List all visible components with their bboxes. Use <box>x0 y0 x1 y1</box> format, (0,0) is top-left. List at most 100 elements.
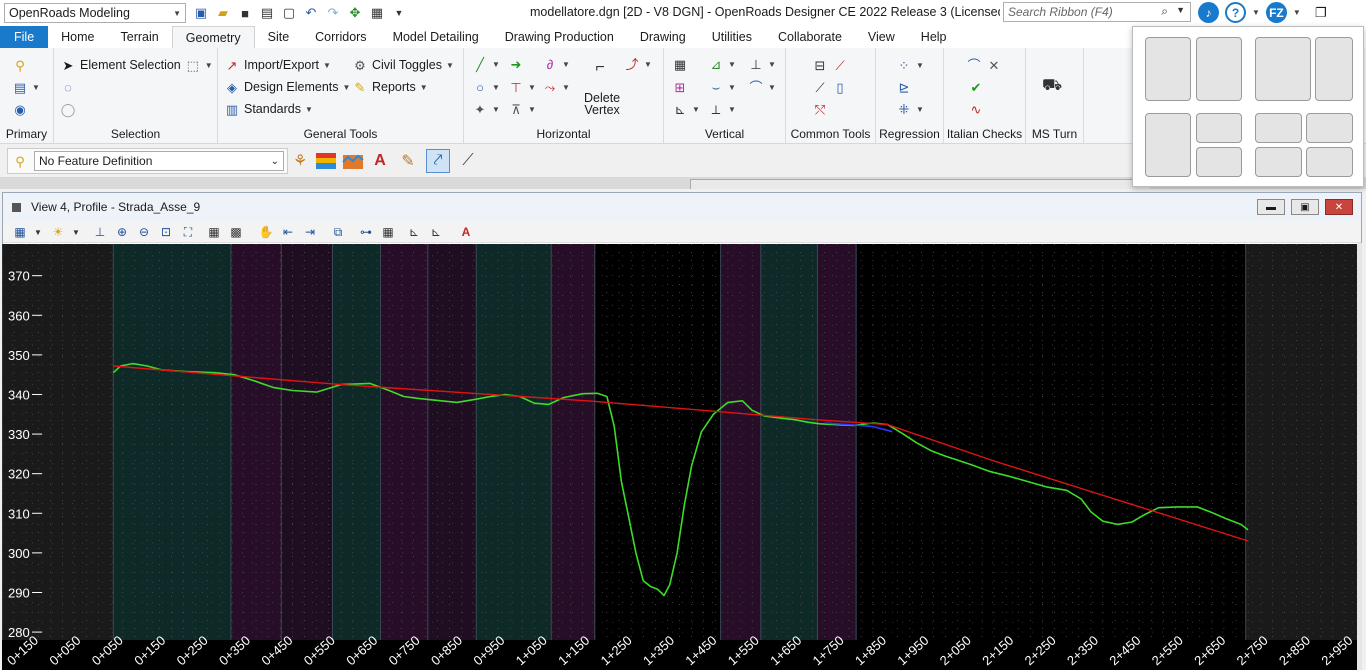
insert-vertex-icon[interactable]: ⤴ ▼ <box>624 56 651 72</box>
snap-layout-cell[interactable] <box>1255 37 1311 101</box>
tab-view[interactable]: View <box>855 26 908 48</box>
check-curve-icon[interactable]: ⌒ ✕ <box>966 57 1002 73</box>
workflow-dropdown[interactable]: OpenRoads Modeling ▼ <box>4 3 186 23</box>
previous-view-icon[interactable]: ⇤ <box>279 224 297 240</box>
restore-window-icon[interactable]: ❐ <box>1315 5 1327 21</box>
snap-layout-cell[interactable] <box>1196 147 1242 177</box>
update-view-icon[interactable]: ⊥ <box>91 224 109 240</box>
tab-file[interactable]: File <box>0 26 49 48</box>
save-icon[interactable]: ■ <box>236 4 254 22</box>
snap-layout-cell[interactable] <box>1145 113 1191 177</box>
profile-parabola-icon[interactable]: ⌒ ▼ <box>748 79 775 95</box>
view-icon[interactable]: ▣ <box>192 4 210 22</box>
text-annotation-icon[interactable]: A <box>368 149 392 173</box>
line-tool-icon[interactable]: ╱ ▼ <box>472 56 500 72</box>
regression-edit-icon[interactable]: ⁜ ▼ <box>896 101 924 117</box>
element-tool-icon[interactable]: ⊼ ▼ <box>508 101 536 117</box>
profile-edit-icon[interactable]: ⊞ <box>672 79 688 95</box>
element-selection-button[interactable]: ➤ Element Selection ⬚ ▼ <box>60 57 213 73</box>
tab-terrain[interactable]: Terrain <box>108 26 172 48</box>
tab-site[interactable]: Site <box>255 26 303 48</box>
profile-tools-icon[interactable]: ⟂ ▼ <box>708 101 736 117</box>
notification-bell-icon[interactable]: ♪ <box>1198 2 1219 23</box>
check-mark-icon[interactable]: ✔ <box>968 79 984 95</box>
user-dropdown-icon[interactable]: ▼ <box>1293 8 1301 17</box>
view-close-button[interactable]: ✕ <box>1325 199 1353 215</box>
table-icon[interactable]: ▦ <box>379 224 397 240</box>
window-area-icon[interactable]: ⊡ <box>157 224 175 240</box>
terrain-layers-icon[interactable] <box>314 149 338 173</box>
delete-vertex-icon[interactable]: ⌐ <box>592 60 608 76</box>
regression-points-icon[interactable]: ⁘ ▼ <box>896 57 924 73</box>
arc-tool-icon[interactable]: ➜ <box>508 56 524 72</box>
check-graph-icon[interactable]: ∿ <box>968 101 984 117</box>
pan-hand-icon[interactable]: ✋ <box>257 224 275 240</box>
tab-home[interactable]: Home <box>48 26 107 48</box>
cross-section-icon[interactable] <box>341 149 365 173</box>
save-all-icon[interactable]: ▤ <box>258 4 276 22</box>
profile-chart[interactable]: 2802903003103203303403503603700+150 0+050… <box>2 244 1357 670</box>
chevron-down-icon[interactable]: ▼ <box>67 224 85 240</box>
vertical-scrollbar[interactable] <box>1357 243 1362 670</box>
pin-icon[interactable]: ✥ <box>346 4 364 22</box>
next-view-icon[interactable]: ⇥ <box>301 224 319 240</box>
ms-turn-icon[interactable]: ⛟ <box>1042 78 1062 94</box>
fit-view-icon[interactable]: ⛶ <box>179 224 197 240</box>
delete-vertex-button[interactable]: Delete Vertex <box>584 92 620 117</box>
snap-layout-cell[interactable] <box>1196 37 1242 101</box>
tab-drawing[interactable]: Drawing <box>627 26 699 48</box>
profile-vertical-icon[interactable]: ⊥ ▼ <box>748 56 776 72</box>
snap-layout-cell[interactable] <box>1255 147 1302 177</box>
pencil-icon[interactable]: ✎ <box>396 149 420 173</box>
profile-snap-icon[interactable]: ⤤ <box>426 149 450 173</box>
explorer-icon[interactable]: ◉ <box>12 101 28 117</box>
complex-tool-icon[interactable]: ⤳ ▼ <box>542 79 570 95</box>
tab-help[interactable]: Help <box>908 26 960 48</box>
customize-icon[interactable]: ▼ <box>390 4 408 22</box>
feature-definition-icon[interactable]: ⚲ <box>12 153 28 169</box>
reports-button[interactable]: ✎ Reports ▼ <box>352 79 428 95</box>
view-rotation-icon[interactable]: ⊶ <box>357 224 375 240</box>
chevron-down-icon[interactable]: ▼ <box>1176 5 1185 15</box>
snap-layout-cell[interactable] <box>1315 37 1353 101</box>
measure-ruler-icon[interactable]: ⟋ <box>456 149 480 173</box>
tab-drawing-production[interactable]: Drawing Production <box>492 26 627 48</box>
profile-grid-icon[interactable]: ▦ <box>672 56 688 72</box>
zoom-out-icon[interactable]: ⊖ <box>135 224 153 240</box>
fence-icon[interactable]: ◌ <box>60 79 76 95</box>
search-icon[interactable]: ⌕ <box>1161 4 1168 19</box>
paint-brush-icon[interactable]: ⚘ <box>288 149 312 173</box>
compress-icon[interactable]: ▢ <box>280 4 298 22</box>
help-icon[interactable]: ? <box>1225 2 1246 23</box>
calculator-icon[interactable]: ▦ <box>205 224 223 240</box>
profile-view-settings-icon[interactable]: ⊾ <box>405 224 423 240</box>
civil-toggles-button[interactable]: ⚙ Civil Toggles ▼ <box>352 57 454 73</box>
undo-icon[interactable]: ↶ <box>302 4 320 22</box>
profile-annotate-icon[interactable]: ⊾ <box>427 224 445 240</box>
tab-model-detailing[interactable]: Model Detailing <box>380 26 492 48</box>
curve-tool-icon[interactable]: ∂ ▼ <box>542 56 570 72</box>
ribbon-search[interactable]: Search Ribbon (F4) ⌕ ▼ <box>1003 2 1191 22</box>
display-style-icon[interactable]: ☀ <box>49 224 67 240</box>
chevron-down-icon[interactable]: ▼ <box>29 224 47 240</box>
profile-view-icon[interactable]: ⊾ ▼ <box>672 101 700 117</box>
attributes-icon[interactable]: ⚲ <box>12 57 28 73</box>
user-avatar[interactable]: FZ <box>1265 2 1287 23</box>
common-tool-1-icon[interactable]: ⊟ ⟋ <box>812 57 848 73</box>
point-tool-icon[interactable]: ✦ ▼ <box>472 101 500 117</box>
snap-layout-cell[interactable] <box>1145 37 1191 101</box>
tab-corridors[interactable]: Corridors <box>302 26 379 48</box>
open-folder-icon[interactable]: ▰ <box>214 4 232 22</box>
circle-select-icon[interactable]: ◯ <box>60 101 76 117</box>
snap-layout-cell[interactable] <box>1306 147 1353 177</box>
design-elements-button[interactable]: ◈ Design Elements ▼ <box>224 79 350 95</box>
redo-icon[interactable]: ↷ <box>324 4 342 22</box>
standards-button[interactable]: ▥ Standards ▼ <box>224 101 313 117</box>
view-restore-button[interactable]: ▣ <box>1291 199 1319 215</box>
regression-chart-icon[interactable]: ⊵ <box>896 79 912 95</box>
feature-definition-dropdown[interactable]: No Feature Definition ⌄ <box>34 151 284 171</box>
profile-curve-icon[interactable]: ⌣ ▼ <box>708 79 736 95</box>
help-dropdown-icon[interactable]: ▼ <box>1252 8 1260 17</box>
import-export-button[interactable]: ↗ Import/Export ▼ <box>224 57 331 73</box>
zoom-in-icon[interactable]: ⊕ <box>113 224 131 240</box>
